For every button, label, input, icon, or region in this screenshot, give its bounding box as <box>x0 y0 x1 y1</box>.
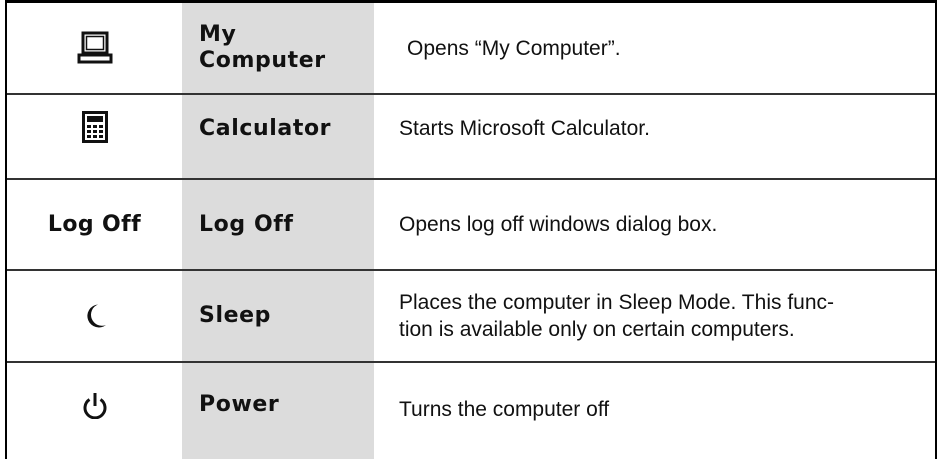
log-off-icon: Log Off <box>47 212 142 237</box>
row-description: Places the computer in Sleep Mode. This … <box>399 291 835 341</box>
row-name: Power <box>199 392 280 417</box>
moon-icon <box>83 303 107 329</box>
row-description: Starts Microsoft Calculator. <box>399 117 650 140</box>
row-name: Calculator <box>199 116 332 141</box>
table-row: Calculator Starts Microsoft Calculator. <box>7 95 935 180</box>
calculator-icon <box>81 111 108 143</box>
table-row: Power Turns the computer off <box>7 363 935 462</box>
table-row: My Computer Opens “My Computer”. <box>7 3 935 95</box>
row-description: Opens log off windows dialog box. <box>399 213 718 236</box>
row-name: Sleep <box>199 303 271 328</box>
table-row: Log Off Log Off Opens log off windows di… <box>7 180 935 271</box>
row-description: Opens “My Computer”. <box>407 36 621 60</box>
row-description: Turns the computer off <box>399 398 610 421</box>
row-name: Log Off <box>199 211 294 237</box>
shortcut-table: My Computer Opens “My Computer”. Calcula… <box>5 0 937 459</box>
row-name: My Computer <box>199 22 326 73</box>
laptop-icon <box>77 31 113 65</box>
power-icon <box>81 391 109 419</box>
table-row: Sleep Places the computer in Sleep Mode.… <box>7 271 935 363</box>
